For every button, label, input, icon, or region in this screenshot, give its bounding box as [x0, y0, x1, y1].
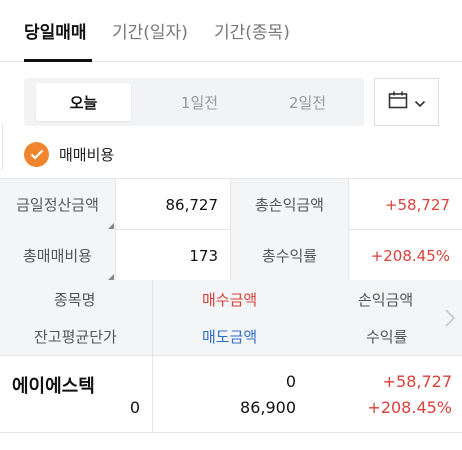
row-pnl-amount: +58,727 — [382, 372, 452, 391]
row-sell-amount: 86,900 — [240, 398, 296, 417]
header-pnl-amount: 손익금액 — [358, 291, 414, 309]
header-divider — [152, 280, 153, 356]
total-fee-value: 173 — [115, 230, 230, 281]
header-sell-amount: 매도금액 — [202, 328, 258, 346]
total-return-label: 총수익률 — [230, 230, 348, 281]
row-divider — [152, 356, 153, 433]
total-pnl-label: 총손익금액 — [230, 179, 348, 230]
active-tab-indicator — [24, 59, 92, 62]
segment-today[interactable]: 오늘 — [36, 83, 131, 121]
segment-2-days-ago[interactable]: 2일전 — [260, 83, 355, 121]
row-balance-avg-price: 0 — [129, 398, 140, 417]
left-edge-divider — [0, 124, 3, 170]
segment-1-day-ago[interactable]: 1일전 — [152, 83, 247, 121]
day-segment-control: 오늘 1일전 2일전 — [24, 78, 364, 126]
tab-period-daily[interactable]: 기간(일자) — [112, 18, 188, 43]
calendar-icon — [388, 91, 408, 113]
date-picker-button[interactable] — [374, 78, 439, 126]
list-header: 종목명 매수금액 손익금액 잔고평균단가 매도금액 수익률 — [0, 280, 462, 356]
fee-label: 매매비용 — [59, 146, 115, 164]
header-return-rate: 수익률 — [366, 328, 408, 346]
total-fee-label-text: 총매매비용 — [22, 247, 92, 265]
today-settlement-value: 86,727 — [115, 179, 230, 230]
fee-toggle[interactable]: 매매비용 — [24, 142, 114, 167]
summary-row: 금일정산금액 86,727 총손익금액 +58,727 — [0, 179, 462, 230]
corner-marker — [108, 223, 114, 229]
today-settlement-label-text: 금일정산금액 — [16, 196, 99, 214]
row-return-rate: +208.45% — [367, 398, 452, 417]
total-fee-label: 총매매비용 — [0, 230, 115, 281]
total-return-value: +208.45% — [348, 230, 462, 281]
summary-row: 총매매비용 173 총수익률 +208.45% — [0, 230, 462, 281]
row-buy-amount: 0 — [285, 372, 296, 391]
header-balance-avg-price: 잔고평균단가 — [34, 328, 117, 346]
tab-period-stock[interactable]: 기간(종목) — [214, 18, 290, 43]
today-settlement-label: 금일정산금액 — [0, 179, 115, 230]
header-stock-name: 종목명 — [54, 291, 96, 309]
checkmark-icon[interactable] — [24, 142, 49, 167]
chevron-down-icon — [414, 93, 426, 112]
total-pnl-value: +58,727 — [348, 179, 462, 230]
chevron-right-icon[interactable] — [444, 308, 456, 332]
header-buy-amount: 매수금액 — [202, 291, 258, 309]
tab-today-trade[interactable]: 당일매매 — [24, 18, 87, 43]
summary-table: 금일정산금액 86,727 총손익금액 +58,727 총매매비용 173 총수… — [0, 178, 462, 281]
table-row[interactable]: 에이에스텍 0 0 86,900 +58,727 +208.45% — [0, 356, 462, 433]
row-stock-name: 에이에스텍 — [12, 376, 95, 397]
top-tab-bar: 당일매매 기간(일자) 기간(종목) — [0, 0, 462, 62]
